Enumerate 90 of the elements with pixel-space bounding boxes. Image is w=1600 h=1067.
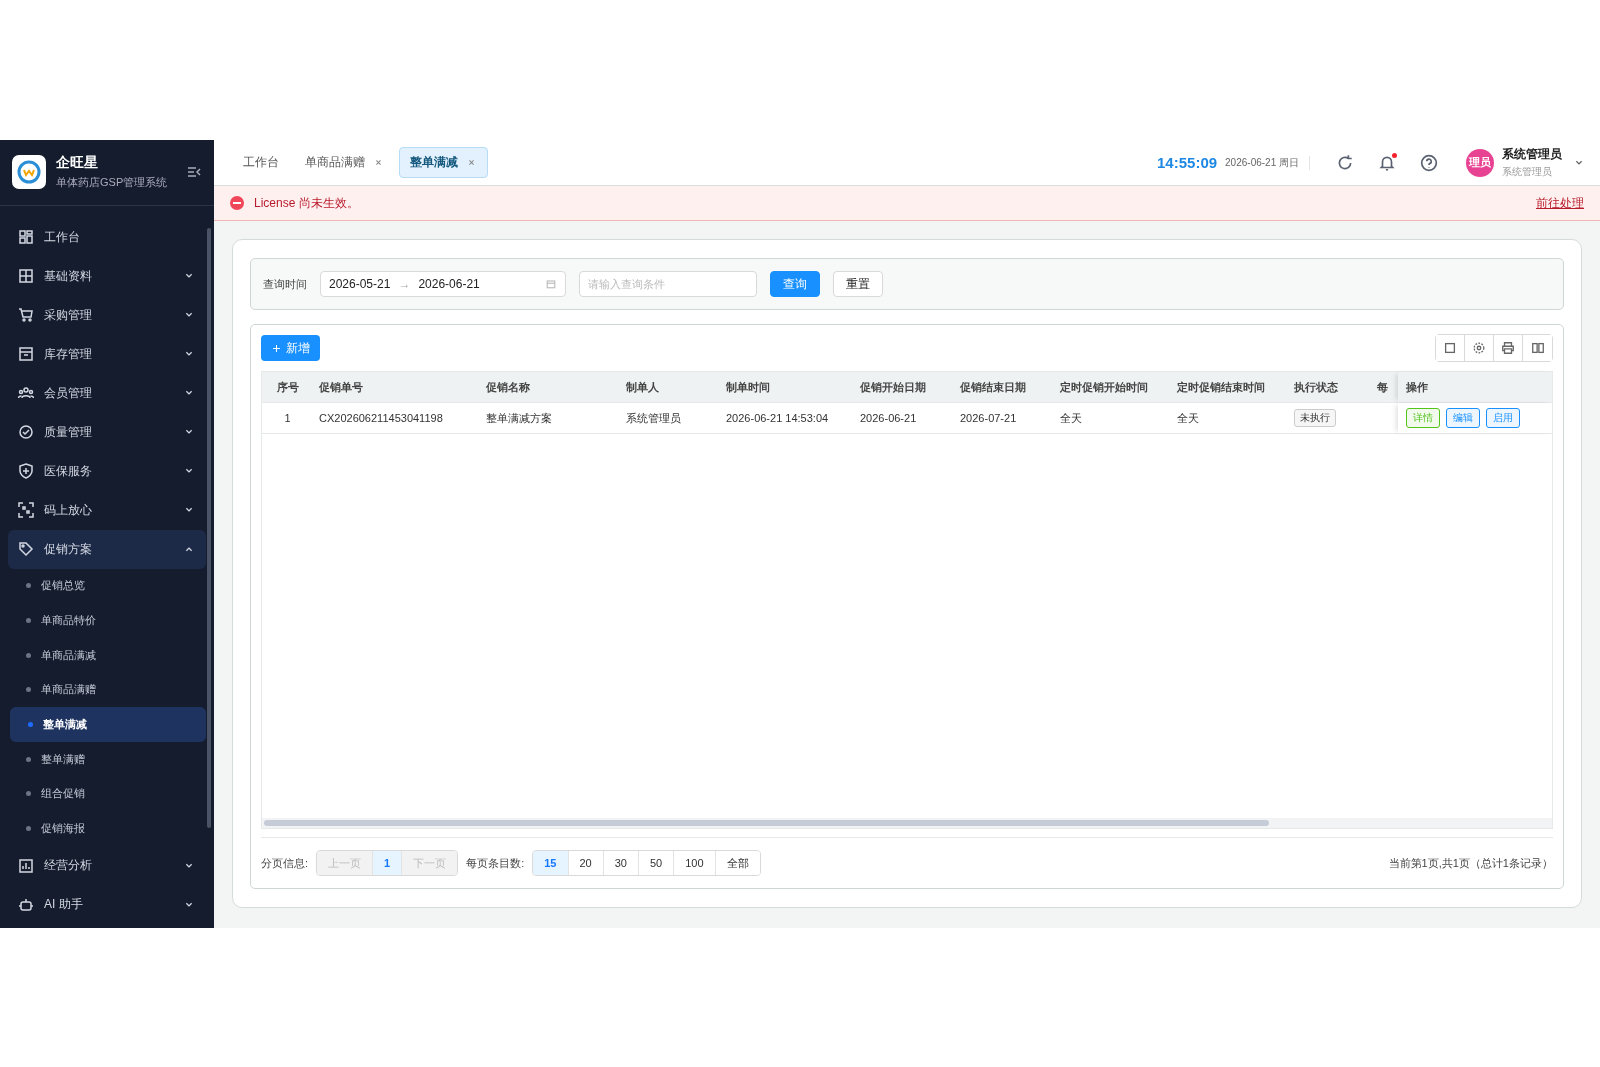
user-name: 系统管理员 [1502, 146, 1562, 163]
menu-item[interactable]: 码上放心 [8, 490, 206, 530]
column-header: 定时促销结束时间 [1176, 379, 1266, 395]
shield-icon [18, 463, 34, 479]
page-button[interactable]: 1 [373, 851, 403, 875]
close-tab-button[interactable] [373, 157, 384, 168]
table-cell-text: 全天 [1059, 410, 1083, 426]
check-badge-icon [18, 424, 34, 440]
logo-icon [12, 155, 46, 190]
column-header: 定时促销开始时间 [1059, 379, 1149, 395]
page-tab[interactable]: 整单满减 [399, 147, 488, 178]
square-icon [1443, 341, 1457, 355]
user-role: 系统管理员 [1502, 165, 1553, 179]
column-header: 序号 [275, 379, 300, 395]
status-tag: 未执行 [1294, 409, 1336, 427]
submenu-item[interactable]: 促销海报 [8, 811, 206, 846]
menu-item[interactable]: 质量管理 [8, 412, 206, 452]
page-tab[interactable]: 单商品满赠 [294, 147, 395, 178]
fullscreen-button[interactable] [1436, 335, 1465, 361]
close-tab-button[interactable] [466, 157, 477, 168]
archive-icon [18, 346, 34, 362]
scan-icon [18, 502, 34, 518]
close-icon [466, 157, 477, 168]
close-icon [373, 157, 384, 168]
table-cell-text: 系统管理员 [625, 410, 682, 426]
menu-item[interactable]: 工作台 [8, 217, 206, 257]
table-cell-text: 全天 [1176, 410, 1200, 426]
menu-item[interactable]: 采购管理 [8, 295, 206, 335]
column-header: 促销结束日期 [959, 379, 1027, 395]
menu-item[interactable]: 医保服务 [8, 451, 206, 491]
alert-message: License 尚未生效。 [254, 194, 360, 212]
submenu-item[interactable]: 整单满减 [10, 707, 206, 742]
submenu-item[interactable]: 单商品满赠 [8, 672, 206, 708]
submenu-item[interactable]: 单商品满减 [8, 637, 206, 673]
column-header: 促销名称 [485, 379, 531, 395]
printer-icon [1501, 341, 1515, 355]
settings-icon [1472, 341, 1486, 355]
menu-item[interactable]: 促销方案 [8, 529, 206, 569]
clock-date: 2026-06-21 周日 [1225, 155, 1310, 170]
grid-icon [18, 229, 34, 245]
menu-item[interactable]: 经营分析 [8, 846, 206, 885]
submenu-item[interactable]: 促销总览 [8, 568, 206, 604]
brand-name: 企旺星 [56, 154, 99, 173]
clock-time: 14:55:09 [1157, 154, 1218, 171]
menu-item[interactable]: 库存管理 [8, 334, 206, 374]
filter-label: 查询时间 [263, 276, 307, 292]
search-field[interactable]: 请输入查询条件 [579, 271, 757, 297]
plus-icon [271, 342, 282, 354]
scrollbar[interactable] [207, 228, 211, 828]
table-cell-text: 2026-07-21 [959, 411, 1018, 426]
column-header: 促销单号 [318, 379, 364, 395]
submenu-item[interactable]: 组合促销 [8, 776, 206, 812]
date-range-field[interactable]: 2026-05-21 → 2026-06-21 [320, 271, 566, 297]
menu-item[interactable]: 会员管理 [8, 373, 206, 413]
submenu-item[interactable]: 单商品特价 [8, 603, 206, 638]
column-header: 每 [1376, 379, 1389, 395]
user-avatar[interactable]: 理员 [1466, 148, 1494, 177]
menu-item[interactable]: AI 助手 [8, 885, 206, 924]
table-cell-text: 2026-06-21 14:53:04 [725, 411, 830, 426]
tag-icon [18, 541, 34, 557]
robot-icon [18, 896, 34, 913]
page-tab[interactable]: 工作台 [232, 147, 290, 178]
column-header: 促销开始日期 [859, 379, 927, 395]
submenu-item[interactable]: 整单满赠 [8, 741, 206, 777]
calendar-icon [545, 278, 557, 290]
page-size-option[interactable]: 15 [533, 851, 569, 875]
column-header: 制单时间 [725, 379, 771, 395]
users-icon [18, 385, 34, 401]
column-header: 操作 [1398, 372, 1552, 402]
refresh-icon [1336, 153, 1354, 172]
table-cell-text: 2026-06-21 [859, 411, 918, 426]
horizontal-scrollbar[interactable] [262, 818, 1552, 828]
chart-icon [18, 857, 34, 874]
columns-icon [1530, 341, 1545, 355]
pagination-summary: 当前第1页,共1页（总计1条记录） [1388, 855, 1553, 871]
table-cell-text: 1 [283, 411, 292, 426]
table-cell-text: CX202606211453041198 [318, 411, 444, 426]
alert-link[interactable]: 前往处理 [1536, 194, 1584, 212]
reset-button[interactable]: 重置 [833, 271, 883, 297]
page-size-label: 每页条目数: [466, 855, 525, 871]
brand-subtitle: 单体药店GSP管理系统 [56, 175, 169, 191]
table-cell-text: 整单满减方案 [485, 410, 553, 426]
table-icon [18, 268, 34, 284]
column-header: 执行状态 [1293, 379, 1339, 395]
error-icon [230, 196, 244, 210]
cart-icon [18, 307, 34, 323]
pagination-label: 分页信息: [261, 855, 309, 871]
column-header: 制单人 [625, 379, 660, 395]
help-icon [1420, 153, 1438, 172]
menu-item[interactable]: 基础资料 [8, 256, 206, 296]
